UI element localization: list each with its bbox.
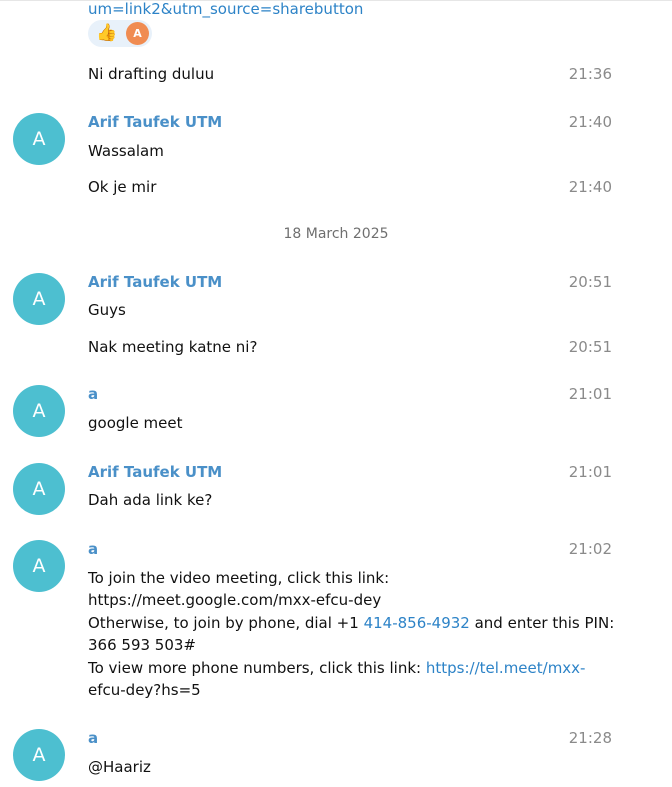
avatar[interactable]: A: [13, 385, 65, 437]
message-text: To join the video meeting, click this li…: [88, 569, 390, 587]
message-text: Otherwise, to join by phone, dial +1 414…: [88, 614, 614, 632]
message-text: Ok je mir: [88, 178, 157, 196]
message-text: Nak meeting katne ni?: [88, 338, 258, 356]
sender-name[interactable]: Arif Taufek UTM: [88, 113, 222, 131]
meet-link[interactable]: https://meet.google.com/mxx-efcu-dey: [88, 591, 381, 609]
message-text: Dah ada link ke?: [88, 491, 213, 509]
message-time: 21:40: [568, 178, 612, 196]
sender-name[interactable]: a: [88, 385, 98, 403]
message-text: To view more phone numbers, click this l…: [88, 659, 585, 677]
message-time: 21:36: [568, 65, 612, 83]
message-text-part: Otherwise, to join by phone, dial +1: [88, 614, 364, 632]
avatar[interactable]: A: [13, 273, 65, 325]
reactor-avatar: A: [126, 22, 149, 45]
thumbs-up-icon: 👍: [96, 23, 118, 43]
tel-link[interactable]: https://tel.meet/mxx-: [426, 659, 586, 677]
avatar[interactable]: A: [13, 729, 65, 781]
date-separator: 18 March 2025: [283, 226, 389, 242]
message-text: google meet: [88, 414, 183, 432]
sender-name[interactable]: a: [88, 729, 98, 747]
sender-name[interactable]: a: [88, 540, 98, 558]
sender-name[interactable]: Arif Taufek UTM: [88, 273, 222, 291]
message-time: 21:01: [568, 463, 612, 481]
reaction-chip[interactable]: 👍 A: [88, 20, 152, 47]
message-text: 366 593 503#: [88, 636, 196, 654]
mention-link[interactable]: @Haariz: [88, 758, 151, 776]
shared-link[interactable]: um=link2&utm_source=sharebutton: [88, 0, 363, 18]
phone-link[interactable]: 414-856-4932: [364, 614, 470, 632]
message-text-part: To view more phone numbers, click this l…: [88, 659, 426, 677]
message-time: 21:28: [568, 729, 612, 747]
avatar[interactable]: A: [13, 540, 65, 592]
avatar[interactable]: A: [13, 463, 65, 515]
message-time: 20:51: [568, 273, 612, 291]
sender-name[interactable]: Arif Taufek UTM: [88, 463, 222, 481]
message-text: Guys: [88, 301, 126, 319]
message-text: Wassalam: [88, 142, 164, 160]
message-time: 21:40: [568, 113, 612, 131]
tel-link-continued[interactable]: efcu-dey?hs=5: [88, 681, 201, 699]
message-time: 21:01: [568, 385, 612, 403]
message-text-part: and enter this PIN:: [469, 614, 615, 632]
message-text: Ni drafting duluu: [88, 65, 215, 83]
message-time: 20:51: [568, 338, 612, 356]
avatar[interactable]: A: [13, 113, 65, 165]
message-time: 21:02: [568, 540, 612, 558]
